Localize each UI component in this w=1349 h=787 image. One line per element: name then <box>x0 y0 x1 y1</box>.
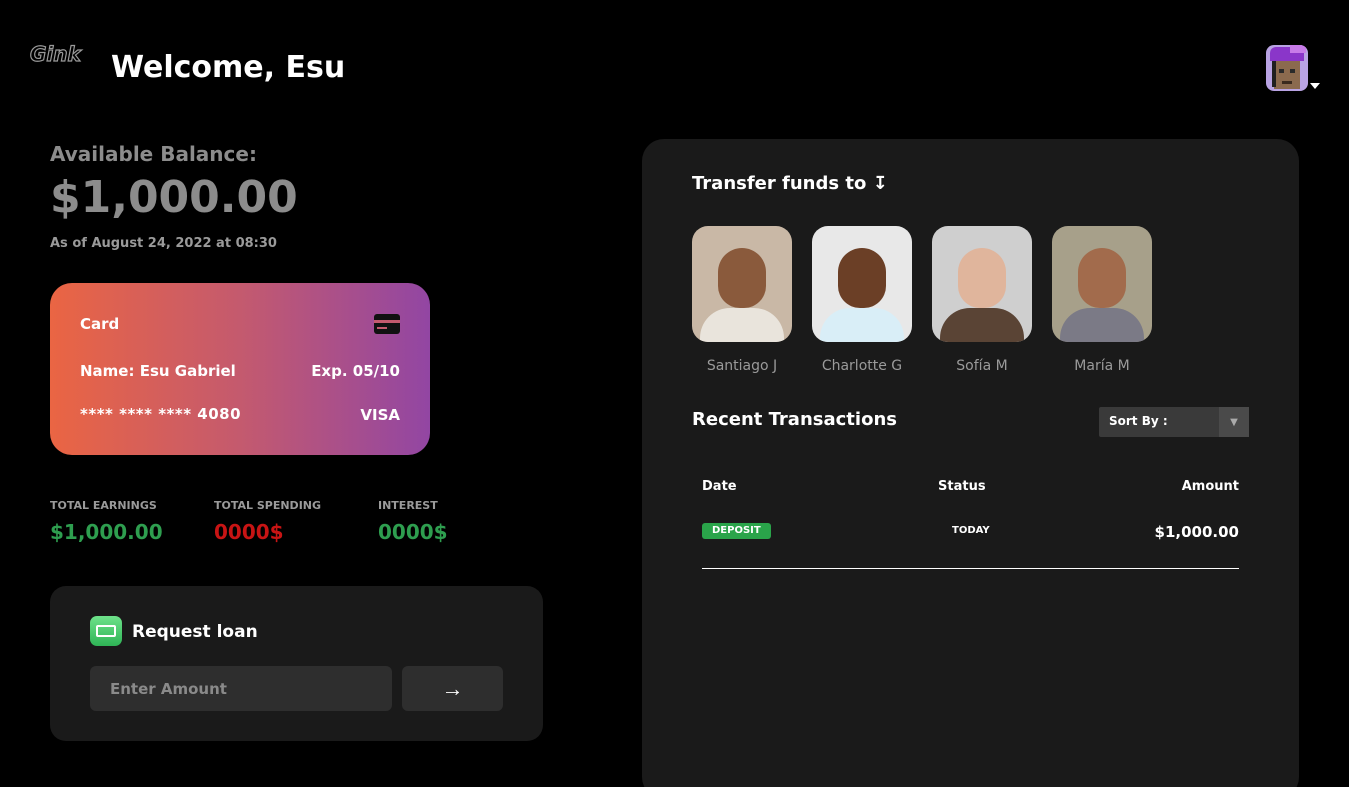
balance-timestamp: As of August 24, 2022 at 08:30 <box>50 236 277 251</box>
contact-name: Sofía M <box>956 358 1008 374</box>
stat-total-spending: TOTAL SPENDING 0000$ <box>214 499 321 544</box>
money-icon <box>90 616 122 646</box>
transactions-table: Date Status Amount DEPOSIT TODAY $1,000.… <box>702 477 1239 569</box>
contact-maria[interactable]: María M <box>1052 226 1152 374</box>
transaction-type-badge: DEPOSIT <box>702 523 771 539</box>
contact-sofia[interactable]: Sofía M <box>932 226 1032 374</box>
sort-dropdown[interactable]: Sort By : ▼ <box>1099 407 1249 437</box>
avatar[interactable] <box>1266 45 1308 91</box>
loan-amount-input[interactable] <box>90 666 392 711</box>
transaction-amount: $1,000.00 <box>1154 523 1239 541</box>
stat-interest: INTEREST 0000$ <box>378 499 448 544</box>
contact-santiago[interactable]: Santiago J <box>692 226 792 374</box>
table-header: Date Status Amount <box>702 477 1239 501</box>
contact-charlotte[interactable]: Charlotte G <box>812 226 912 374</box>
chevron-down-icon[interactable] <box>1310 83 1320 89</box>
contact-photo[interactable] <box>812 226 912 342</box>
stat-total-earnings: TOTAL EARNINGS $1,000.00 <box>50 499 163 544</box>
balance-amount: $1,000.00 <box>50 172 298 223</box>
sort-label: Sort By : <box>1109 414 1168 428</box>
arrow-right-icon: → <box>441 675 464 701</box>
card-expiry: Exp. 05/10 <box>311 362 400 380</box>
dropdown-arrow-icon[interactable]: ▼ <box>1219 407 1249 437</box>
profile-menu[interactable] <box>1266 45 1324 93</box>
transaction-status: TODAY <box>952 525 990 536</box>
column-header-status: Status <box>938 479 986 494</box>
recent-transactions-title: Recent Transactions <box>692 409 897 430</box>
contact-list: Santiago J Charlotte G Sofía M María M <box>692 226 1152 374</box>
loan-submit-button[interactable]: → <box>402 666 503 711</box>
stat-label: TOTAL SPENDING <box>214 499 322 512</box>
card-holder-name: Name: Esu Gabriel <box>80 362 236 380</box>
balance-label: Available Balance: <box>50 142 257 166</box>
contact-name: María M <box>1074 358 1130 374</box>
stat-value: 0000$ <box>214 520 284 544</box>
card-brand: VISA <box>360 406 400 424</box>
transfer-panel: Transfer funds to ↧ Santiago J Charlotte… <box>642 139 1299 787</box>
loan-title: Request loan <box>132 622 258 642</box>
stat-label: INTEREST <box>378 499 438 512</box>
table-row[interactable]: DEPOSIT TODAY $1,000.00 <box>702 519 1239 569</box>
contact-photo[interactable] <box>692 226 792 342</box>
column-header-amount: Amount <box>1181 479 1239 494</box>
welcome-heading: Welcome, Esu <box>111 50 346 85</box>
stat-label: TOTAL EARNINGS <box>50 499 157 512</box>
contact-photo[interactable] <box>932 226 1032 342</box>
contact-name: Santiago J <box>706 358 778 374</box>
app-logo[interactable]: Gink <box>29 41 81 66</box>
stat-value: 0000$ <box>378 520 448 544</box>
payment-card[interactable]: Card Name: Esu Gabriel Exp. 05/10 **** *… <box>50 283 430 455</box>
request-loan-panel: Request loan → <box>50 586 543 741</box>
stat-value: $1,000.00 <box>50 520 163 544</box>
card-number: **** **** **** 4080 <box>80 405 242 423</box>
card-title: Card <box>80 315 120 333</box>
contact-name: Charlotte G <box>821 358 903 374</box>
credit-card-icon <box>374 314 400 334</box>
transfer-title: Transfer funds to ↧ <box>692 173 888 194</box>
contact-photo[interactable] <box>1052 226 1152 342</box>
column-header-date: Date <box>702 479 737 494</box>
